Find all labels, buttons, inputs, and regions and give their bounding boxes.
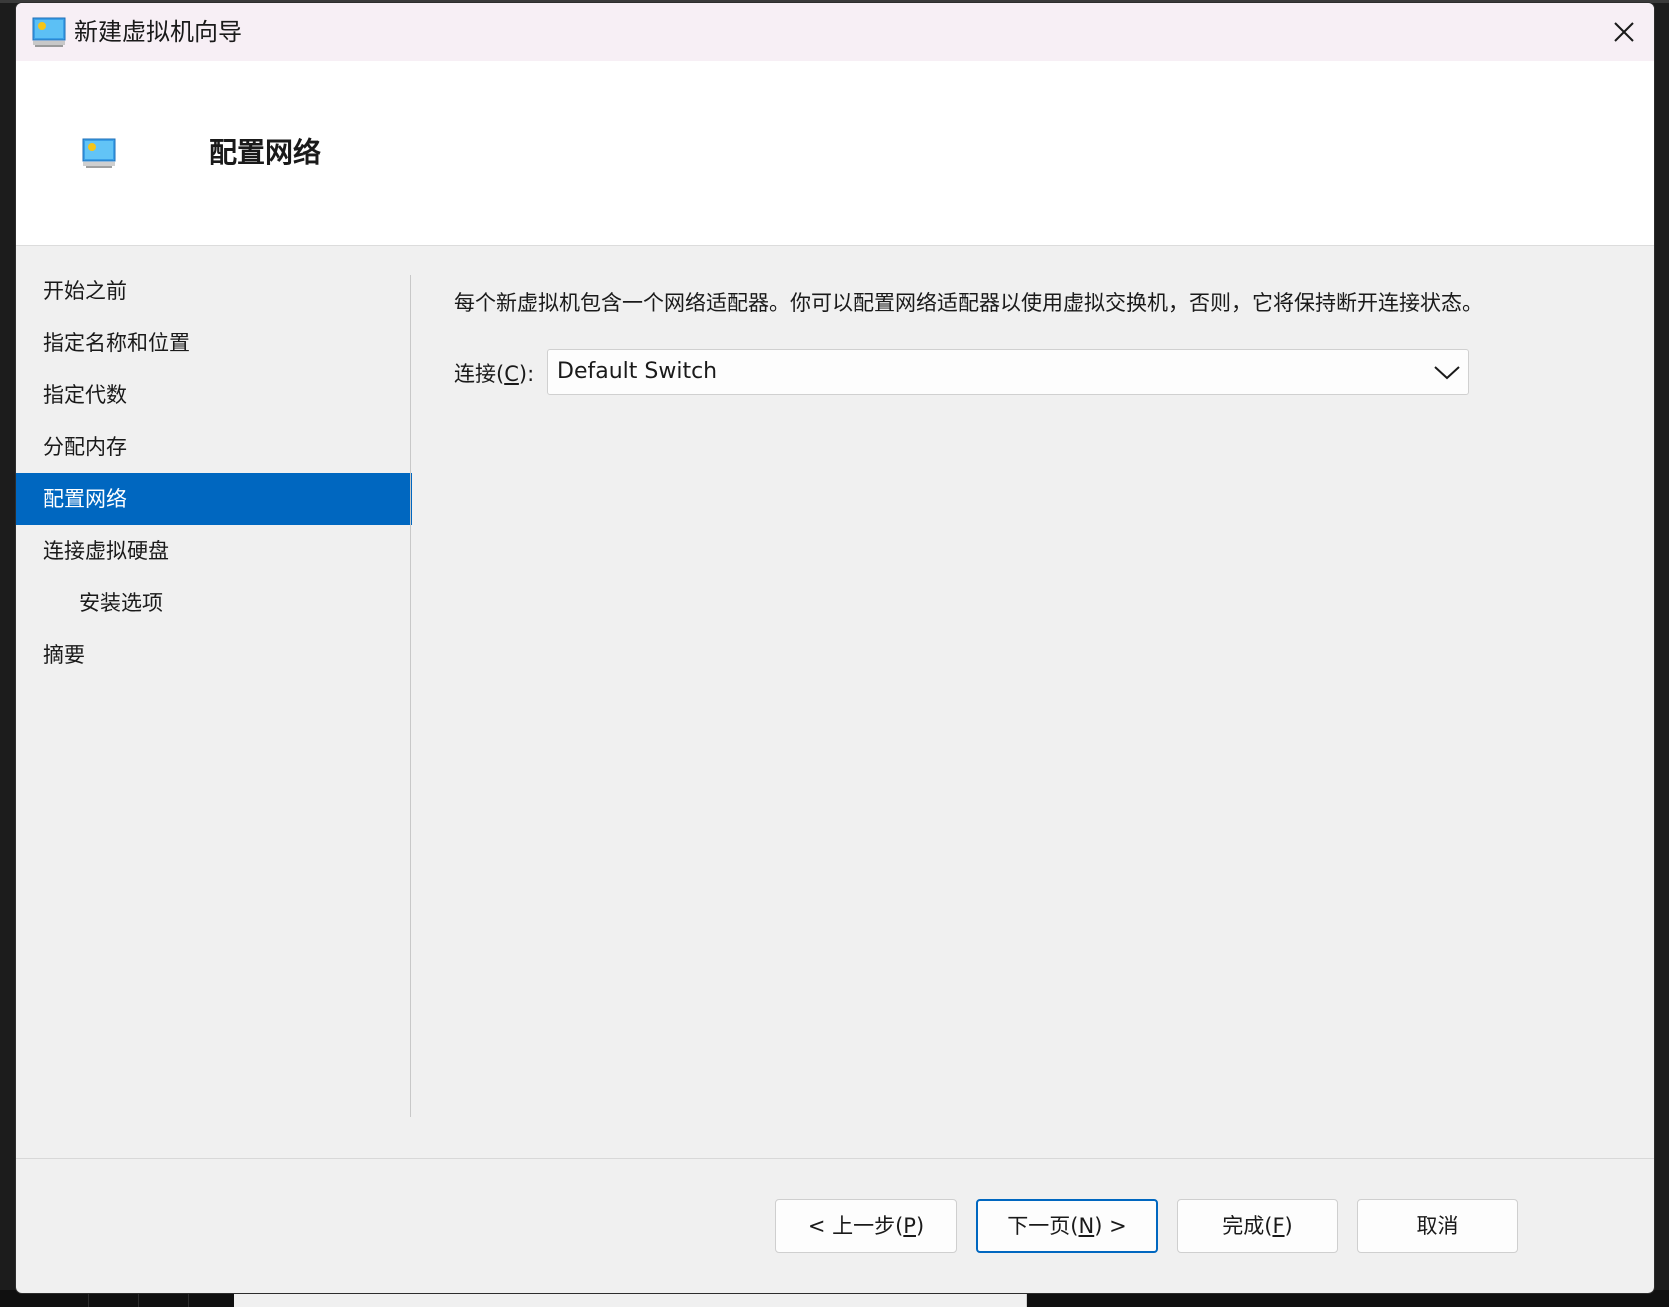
nav-item-label: 摘要 — [43, 643, 85, 667]
nav-item-memory[interactable]: 分配内存 — [16, 421, 412, 473]
nav-item-label: 分配内存 — [43, 435, 127, 459]
nav-item-summary[interactable]: 摘要 — [16, 629, 412, 681]
close-button[interactable] — [1594, 3, 1654, 61]
wizard-steps-nav: 开始之前 指定名称和位置 指定代数 分配内存 配置网络 连接虚拟硬盘 安装选项 … — [16, 265, 412, 681]
finish-button[interactable]: 完成(F) — [1177, 1199, 1338, 1253]
nav-divider — [410, 275, 411, 1117]
page-description: 每个新虚拟机包含一个网络适配器。你可以配置网络适配器以使用虚拟交换机，否则，它将… — [454, 291, 1483, 315]
connection-select[interactable]: Default Switch — [547, 349, 1469, 395]
back-button[interactable]: < 上一步(P) — [775, 1199, 957, 1253]
nav-item-label: 指定名称和位置 — [43, 331, 190, 355]
wizard-header: 配置网络 — [16, 61, 1654, 246]
nav-item-label: 指定代数 — [43, 383, 127, 407]
cancel-button[interactable]: 取消 — [1357, 1199, 1518, 1253]
title-bar[interactable]: 新建虚拟机向导 — [16, 3, 1654, 61]
nav-item-label: 开始之前 — [43, 279, 127, 303]
page-title: 配置网络 — [209, 136, 322, 169]
connection-select-value: Default Switch — [557, 359, 718, 384]
hyperv-vm-icon — [32, 17, 66, 47]
hyperv-vm-icon — [82, 138, 116, 168]
chevron-down-icon — [1434, 366, 1460, 380]
nav-item-virtual-disk[interactable]: 连接虚拟硬盘 — [16, 525, 412, 577]
window-title: 新建虚拟机向导 — [74, 18, 242, 46]
nav-item-install-options[interactable]: 安装选项 — [16, 577, 412, 629]
next-button[interactable]: 下一页(N) > — [976, 1199, 1158, 1253]
nav-item-generation[interactable]: 指定代数 — [16, 369, 412, 421]
nav-item-name-location[interactable]: 指定名称和位置 — [16, 317, 412, 369]
connection-label: 连接(C): — [454, 362, 535, 386]
nav-item-label: 安装选项 — [79, 591, 163, 615]
nav-item-networking[interactable]: 配置网络 — [16, 473, 412, 525]
nav-item-label: 连接虚拟硬盘 — [43, 539, 169, 563]
nav-item-label: 配置网络 — [43, 487, 127, 511]
footer-divider — [16, 1158, 1654, 1159]
close-icon — [1614, 22, 1634, 42]
wizard-window: 新建虚拟机向导 配置网络 开始之前 指定名称和位置 指定代数 分配内存 配置网络… — [16, 3, 1654, 1293]
nav-item-before-you-begin[interactable]: 开始之前 — [16, 265, 412, 317]
